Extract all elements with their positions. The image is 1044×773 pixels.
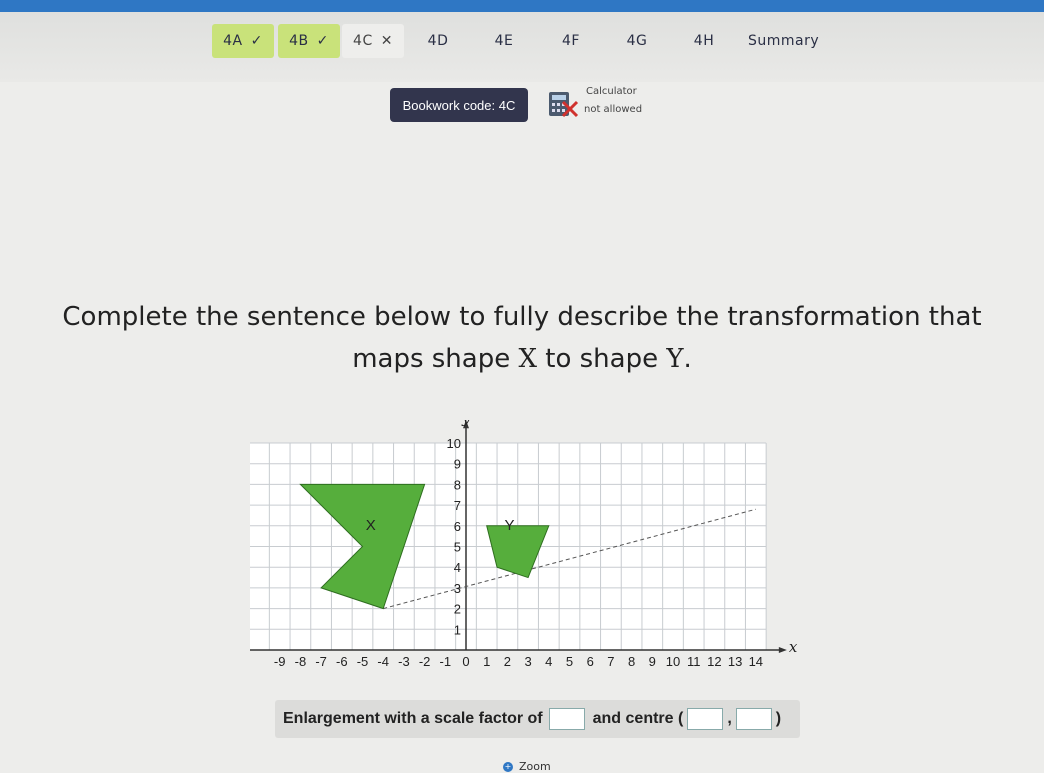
x-tick-label: 1	[483, 654, 490, 669]
x-tick-label: 12	[707, 654, 721, 669]
x-tick-label: -1	[440, 654, 452, 669]
tab-label: 4A	[223, 33, 243, 49]
answer-prefix: Enlargement with a scale factor of	[283, 710, 543, 727]
x-tick-label: 8	[628, 654, 635, 669]
tab-4f[interactable]: 4F	[545, 24, 597, 58]
x-tick-label: -8	[295, 654, 307, 669]
tab-summary[interactable]: Summary	[748, 24, 838, 58]
y-tick-label: 10	[447, 436, 461, 451]
zoom-icon: +	[503, 761, 513, 772]
y-tick-label: 9	[454, 457, 461, 472]
y-tick-label: 3	[454, 581, 461, 596]
y-tick-label: 8	[454, 477, 461, 492]
tab-label: Summary	[748, 33, 820, 49]
tab-label: 4C	[353, 33, 373, 49]
question-text: Complete the sentence below to fully des…	[20, 296, 1024, 380]
x-tick-label: -2	[419, 654, 431, 669]
question-text-part: to shape	[537, 344, 667, 374]
y-axis-label: y	[461, 420, 471, 427]
y-tick-label: 2	[454, 602, 461, 617]
tab-4h[interactable]: 4H	[678, 24, 730, 58]
check-icon: ✓	[250, 33, 263, 49]
tab-label: 4B	[289, 33, 309, 49]
y-tick-label: 6	[454, 519, 461, 534]
x-tick-label: 9	[649, 654, 656, 669]
tab-4c[interactable]: 4C ✕	[342, 24, 404, 58]
question-text-part: maps shape	[352, 344, 519, 374]
x-tick-label: 2	[504, 654, 511, 669]
question-line-2: maps shape X to shape Y.	[20, 338, 1024, 380]
question-text-part: .	[683, 344, 692, 374]
shape-x-name: X	[518, 344, 537, 374]
bookwork-code-badge: Bookwork code: 4C	[390, 88, 528, 122]
tab-label: 4H	[693, 33, 715, 49]
shape-y-label: Y	[504, 517, 514, 534]
x-tick-label: 4	[545, 654, 552, 669]
tab-label: 4G	[626, 33, 648, 49]
shape-y-name: Y	[666, 344, 684, 374]
scale-factor-input[interactable]	[548, 708, 585, 730]
calculator-status: not allowed	[584, 104, 643, 115]
x-tick-label: 11	[687, 654, 701, 669]
x-tick-label: 14	[749, 654, 763, 669]
x-tick-label: 0	[462, 654, 469, 669]
x-tick-label: 10	[666, 654, 680, 669]
y-tick-label: 5	[454, 540, 461, 555]
x-tick-label: -6	[336, 654, 348, 669]
x-tick-label: -3	[398, 654, 410, 669]
tab-label: 4F	[562, 33, 580, 49]
centre-x-input[interactable]	[687, 708, 724, 730]
tab-4e[interactable]: 4E	[478, 24, 530, 58]
tab-label: 4D	[427, 33, 449, 49]
check-icon: ✓	[316, 33, 329, 49]
x-tick-label: -7	[315, 654, 327, 669]
bookwork-code-label: Bookwork code: 4C	[402, 97, 516, 113]
tab-4a[interactable]: 4A ✓	[212, 24, 274, 58]
x-tick-label: 13	[728, 654, 742, 669]
x-axis-arrow	[778, 647, 787, 653]
x-tick-label: 5	[566, 654, 573, 669]
tab-4b[interactable]: 4B ✓	[278, 24, 340, 58]
x-tick-label: 7	[607, 654, 614, 669]
answer-suffix: )	[775, 710, 782, 727]
x-tick-label: -9	[274, 654, 286, 669]
x-tick-label: 6	[587, 654, 594, 669]
y-tick-label: 1	[454, 622, 461, 637]
tab-4g[interactable]: 4G	[611, 24, 663, 58]
calculator-label: Calculator	[586, 86, 637, 97]
answer-middle: and centre (	[592, 710, 684, 727]
answer-comma: ,	[727, 710, 732, 727]
shape-x-label: X	[366, 517, 376, 534]
y-tick-label: 7	[454, 498, 461, 513]
y-tick-label: 4	[454, 560, 461, 575]
cross-icon: ✕	[380, 33, 393, 49]
coordinate-grid: X Y-9 -8 -7 -6 -5 -4 -3 -2 -1 0 1 2 3 4 5 6 7 8 9 10 11 12 13 14…	[250, 420, 798, 669]
question-line-1: Complete the sentence below to fully des…	[62, 302, 982, 332]
x-tick-label: -4	[377, 654, 389, 669]
zoom-label: Zoom	[519, 760, 551, 773]
top-bar	[0, 0, 1044, 12]
zoom-button[interactable]: + Zoom	[503, 760, 551, 773]
answer-sentence: Enlargement with a scale factor of and c…	[275, 700, 800, 738]
tab-4d[interactable]: 4D	[412, 24, 464, 58]
x-tick-label: -5	[357, 654, 369, 669]
x-axis-label: x	[789, 638, 798, 656]
centre-y-input[interactable]	[735, 708, 772, 730]
x-tick-label: 3	[524, 654, 531, 669]
calculator-crossed-icon	[549, 92, 579, 118]
tab-label: 4E	[494, 33, 514, 49]
